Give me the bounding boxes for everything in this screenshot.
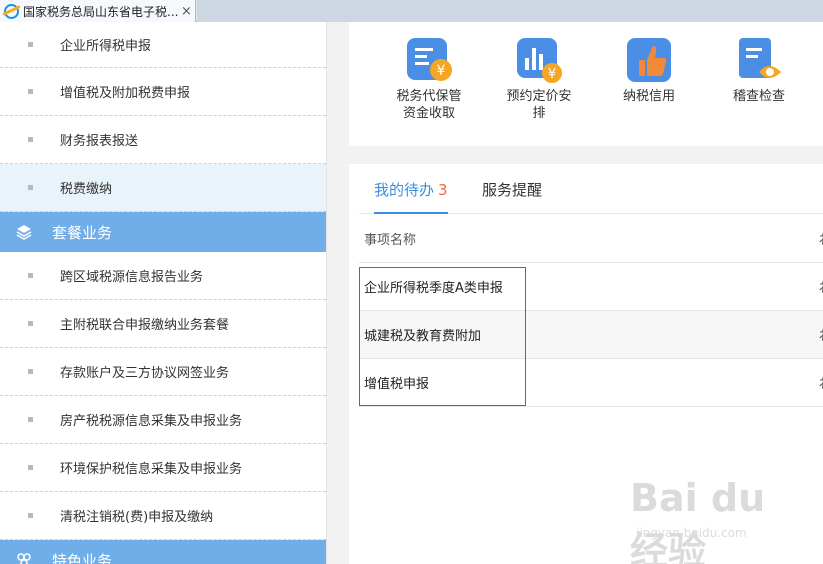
sidebar-group-special[interactable]: 特色业务: [0, 540, 326, 564]
special-icon: [17, 553, 31, 564]
svg-text:¥: ¥: [437, 63, 446, 79]
todo-panel: 我的待办 3 服务提醒 事项名称 ﾈ 企业所得税季度A类申报 ﾈ 城建税及教育费附…: [349, 164, 823, 564]
row-item-name: 城建税及教育费附加: [364, 329, 482, 344]
sidebar-item-label: 清税注销税(费)申报及缴纳: [60, 510, 214, 525]
quick-action-label: 预约定价安排: [506, 89, 572, 121]
browser-tab-title: 国家税务总局山东省电子税...: [23, 4, 179, 19]
main-content: ¥ 税务代保管资金收取 ¥ 预约定价安排 纳税信用 稽查检查 我的待办 3 服务…: [327, 22, 823, 564]
sidebar-item-property-tax[interactable]: 房产税税源信息采集及申报业务: [0, 396, 326, 444]
quick-actions-panel: ¥ 税务代保管资金收取 ¥ 预约定价安排 纳税信用 稽查检查: [349, 22, 823, 146]
sidebar-item-label: 主附税联合申报缴纳业务套餐: [60, 318, 230, 333]
todo-tabs: 我的待办 3 服务提醒: [359, 164, 823, 214]
column-header-item-name: 事项名称: [364, 233, 417, 248]
table-row[interactable]: 城建税及教育费附加 ﾈ: [359, 311, 823, 359]
sidebar-item-cross-region-tax[interactable]: 跨区域税源信息报告业务: [0, 252, 326, 300]
tab-my-todo[interactable]: 我的待办 3: [374, 164, 448, 214]
sidebar-item-label: 存款账户及三方协议网签业务: [60, 366, 230, 381]
sidebar-item-label: 增值税及附加税费申报: [60, 86, 191, 101]
sidebar-item-tax-payment[interactable]: 税费缴纳: [0, 164, 326, 212]
table-header: 事项名称 ﾈ: [359, 215, 823, 263]
bullet-icon: [28, 273, 33, 278]
sidebar-item-label: 跨区域税源信息报告业务: [60, 270, 204, 285]
sidebar-item-vat-declaration[interactable]: 增值税及附加税费申报: [0, 68, 326, 116]
sidebar-item-label: 企业所得税申报: [60, 39, 152, 54]
quick-action-label: 稽查检查: [732, 89, 785, 104]
tab-label: 服务提醒: [482, 181, 543, 199]
inspection-eye-icon: [739, 38, 781, 78]
row-cut-cell: ﾈ: [819, 281, 823, 296]
sidebar-item-financial-statements[interactable]: 财务报表报送: [0, 116, 326, 164]
sidebar-group-package[interactable]: 套餐业务: [0, 212, 326, 252]
bullet-icon: [28, 89, 33, 94]
bullet-icon: [28, 137, 33, 142]
tab-service-reminder[interactable]: 服务提醒: [482, 164, 542, 214]
sidebar-item-environmental-tax[interactable]: 环境保护税信息采集及申报业务: [0, 444, 326, 492]
sidebar-item-label: 税费缴纳: [60, 182, 113, 197]
bullet-icon: [28, 185, 33, 190]
ie-browser-icon: [4, 3, 19, 19]
sidebar-group-label: 套餐业务: [52, 223, 113, 242]
quick-action-label: 纳税信用: [622, 89, 675, 104]
quick-action-custody-funds[interactable]: ¥ 税务代保管资金收取: [384, 36, 474, 122]
tab-label: 我的待办: [374, 181, 435, 199]
bullet-icon: [28, 465, 33, 470]
column-header-cut: ﾈ: [819, 233, 823, 248]
table-row[interactable]: 企业所得税季度A类申报 ﾈ: [359, 263, 823, 311]
row-item-name: 企业所得税季度A类申报: [364, 281, 503, 296]
sidebar-group-label: 特色业务: [52, 551, 113, 564]
quick-action-inspection[interactable]: 稽查检查: [714, 36, 804, 105]
quick-action-pricing-arrangement[interactable]: ¥ 预约定价安排: [494, 36, 584, 122]
chart-yen-icon: ¥: [517, 38, 562, 83]
tab-strip-empty-area: [197, 0, 823, 22]
todo-table: 事项名称 ﾈ 企业所得税季度A类申报 ﾈ 城建税及教育费附加 ﾈ 增值税申报 ﾈ: [359, 215, 823, 407]
quick-action-label: 税务代保管资金收取: [396, 89, 462, 121]
sidebar-item-tax-deregistration[interactable]: 清税注销税(费)申报及缴纳: [0, 492, 326, 540]
sidebar-item-joint-declaration[interactable]: 主附税联合申报缴纳业务套餐: [0, 300, 326, 348]
svg-text:¥: ¥: [548, 67, 556, 82]
close-icon[interactable]: ×: [181, 4, 192, 19]
row-cut-cell: ﾈ: [819, 377, 823, 392]
table-row[interactable]: 增值税申报 ﾈ: [359, 359, 823, 407]
sidebar-item-label: 环境保护税信息采集及申报业务: [60, 462, 243, 477]
payment-document-icon: ¥: [407, 38, 452, 81]
sidebar-item-label: 房产税税源信息采集及申报业务: [60, 414, 243, 429]
bullet-icon: [28, 369, 33, 374]
bullet-icon: [28, 513, 33, 518]
layers-icon: [16, 225, 32, 240]
browser-tab[interactable]: 国家税务总局山东省电子税... ×: [0, 0, 196, 22]
bullet-icon: [28, 417, 33, 422]
sidebar-item-corporate-income-tax[interactable]: 企业所得税申报: [0, 22, 326, 68]
quick-action-tax-credit[interactable]: 纳税信用: [604, 36, 694, 105]
sidebar: 企业所得税申报 增值税及附加税费申报 财务报表报送 税费缴纳 套餐业务 跨区域税…: [0, 22, 327, 564]
bullet-icon: [28, 42, 33, 47]
bullet-icon: [28, 321, 33, 326]
thumbs-up-icon: [627, 38, 671, 82]
todo-count-badge: 3: [438, 181, 448, 199]
row-cut-cell: ﾈ: [819, 329, 823, 344]
sidebar-item-deposit-account[interactable]: 存款账户及三方协议网签业务: [0, 348, 326, 396]
sidebar-item-label: 财务报表报送: [60, 134, 139, 149]
row-item-name: 增值税申报: [364, 377, 430, 392]
browser-tab-strip: 国家税务总局山东省电子税... ×: [0, 0, 823, 22]
